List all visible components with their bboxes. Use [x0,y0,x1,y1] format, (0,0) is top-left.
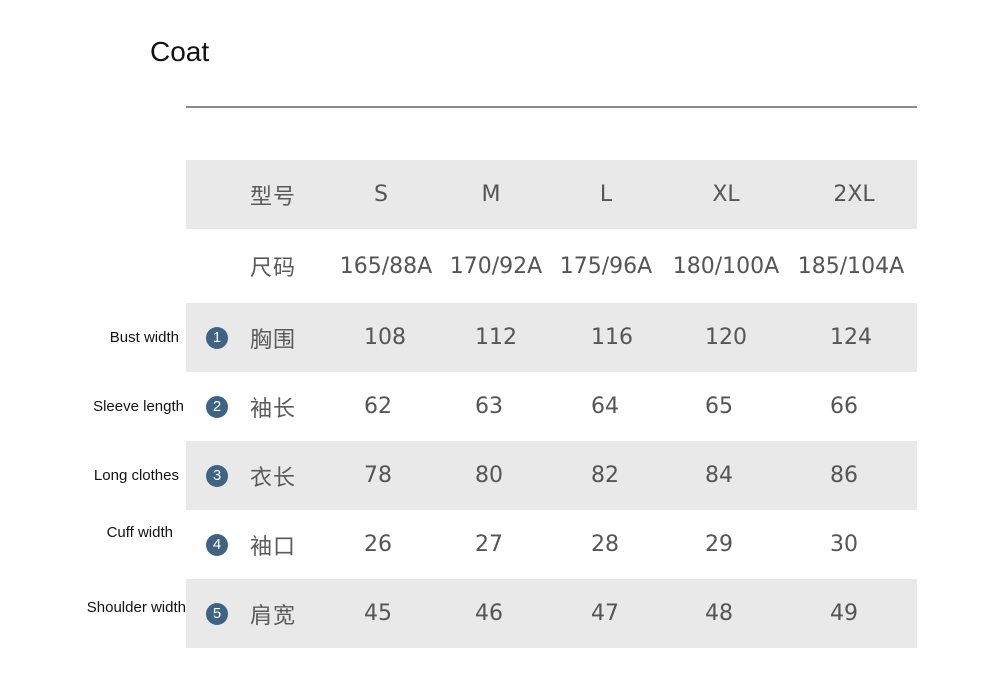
size-header-2xl: 2XL [833,182,875,207]
size-code-row: 尺码 165/88A 170/92A 175/96A 180/100A 185/… [186,229,917,303]
size-header-xl: XL [712,182,740,207]
model-label: 型号 [250,184,297,210]
number-badge-icon: 2 [206,395,228,418]
chinese-label: 袖口 [250,534,297,560]
value-cell: 116 [591,325,633,350]
size-header-m: M [481,182,501,207]
value-cell: 120 [705,325,747,350]
measurement-row-shoulder: Shoulder width 5 肩宽 45 46 47 48 49 [87,579,917,648]
number-badge-icon: 1 [206,326,228,349]
value-cell: 46 [475,601,503,626]
size-code-label: 尺码 [250,256,297,281]
value-cell: 27 [475,532,503,557]
value-cell: 48 [705,601,733,626]
chinese-label: 肩宽 [250,603,297,629]
size-code-cell: 165/88A [339,253,433,279]
value-cell: 80 [475,463,503,488]
value-cell: 47 [591,601,619,626]
size-code-cell: 185/104A [797,253,905,279]
value-cell: 29 [705,532,733,557]
size-header-s: S [374,182,388,207]
value-cell: 86 [830,463,858,488]
value-cell: 45 [364,601,392,626]
number-badge-icon: 5 [206,602,228,625]
size-code-cell: 170/92A [449,253,543,279]
chinese-label: 衣长 [250,465,297,491]
size-header-l: L [599,182,613,207]
value-cell: 30 [830,532,858,557]
number-badge-icon: 4 [206,533,228,556]
chinese-label: 袖长 [250,396,297,422]
value-cell: 28 [591,532,619,557]
size-table: 型号 S M L XL 2XL 尺码 165/88A 170/92A 175/9… [87,160,917,648]
value-cell: 84 [705,463,733,488]
header-row: 型号 S M L XL 2XL [186,160,917,229]
value-cell: 78 [364,463,392,488]
english-label: Cuff width [106,524,173,541]
measurement-row-sleeve: Sleeve length 2 袖长 62 63 64 65 66 [93,372,917,441]
value-cell: 82 [591,463,619,488]
english-label: Shoulder width [86,599,186,616]
number-badge-icon: 3 [206,464,228,487]
english-label: Bust width [109,329,179,346]
chinese-label: 胸围 [250,327,297,353]
value-cell: 26 [364,532,392,557]
measurement-row-cuff: Cuff width 4 袖口 26 27 28 29 30 [107,510,917,579]
value-cell: 112 [475,325,517,350]
title-divider [186,106,917,108]
value-cell: 65 [705,394,733,419]
value-cell: 108 [364,325,406,350]
value-cell: 66 [830,394,858,419]
english-label: Sleeve length [93,398,184,415]
value-cell: 64 [591,394,619,419]
size-code-cell: 175/96A [559,253,653,279]
value-cell: 62 [364,394,392,419]
page-title: Coat [150,36,210,67]
measurement-row-bust: Bust width 1 胸围 108 112 116 120 124 [110,303,917,372]
value-cell: 124 [830,325,872,350]
english-label: Long clothes [93,467,179,484]
value-cell: 49 [830,601,858,626]
value-cell: 63 [475,394,503,419]
size-code-cell: 180/100A [672,253,780,279]
measurement-row-length: Long clothes 3 衣长 78 80 82 84 86 [94,441,917,510]
